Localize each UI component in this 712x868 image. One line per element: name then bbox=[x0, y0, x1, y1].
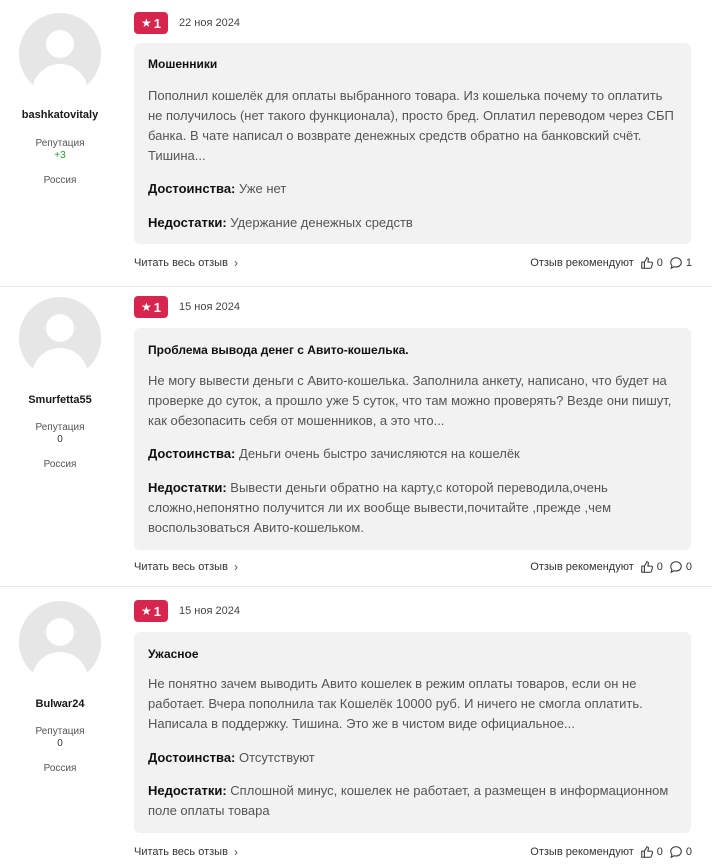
review-card: Smurfetta55 Репутация 0 Россия ★ 1 15 но… bbox=[0, 286, 712, 586]
read-more-label: Читать весь отзыв bbox=[134, 257, 228, 269]
review-pros: Достоинства: Уже нет bbox=[148, 179, 678, 199]
pros-text: Деньги очень быстро зачисляются на кошел… bbox=[239, 446, 520, 461]
avatar[interactable] bbox=[19, 297, 101, 379]
cons-text: Удержание денежных средств bbox=[230, 215, 413, 230]
review-title[interactable]: Мошенники bbox=[148, 57, 217, 71]
read-more-link[interactable]: Читать весь отзыв › bbox=[134, 256, 238, 270]
pros-label: Достоинства: bbox=[148, 181, 236, 196]
reputation-value: 0 bbox=[57, 738, 63, 749]
avatar[interactable] bbox=[19, 13, 101, 95]
username[interactable]: Smurfetta55 bbox=[0, 394, 120, 406]
thumbs-up-icon bbox=[640, 561, 653, 573]
rating-badge: ★ 1 bbox=[134, 12, 168, 34]
chevron-right-icon: › bbox=[233, 256, 238, 270]
review-date: 22 ноя 2024 bbox=[179, 17, 240, 29]
comment-icon bbox=[670, 257, 682, 270]
review-text: Не понятно зачем выводить Авито кошелек … bbox=[148, 676, 643, 731]
review-card: Bulwar24 Репутация 0 Россия ★ 1 15 ноя 2… bbox=[0, 586, 712, 868]
thumbs-up-icon bbox=[640, 846, 653, 858]
review-date: 15 ноя 2024 bbox=[179, 605, 240, 617]
read-more-link[interactable]: Читать весь отзыв › bbox=[134, 560, 238, 574]
recommends-label: Отзыв рекомендуют bbox=[530, 846, 634, 858]
like-button[interactable]: 0 bbox=[640, 845, 663, 859]
comment-icon bbox=[670, 561, 682, 574]
like-count: 0 bbox=[656, 257, 663, 269]
reputation-value: 0 bbox=[57, 434, 63, 445]
review-pros: Достоинства: Деньги очень быстро зачисля… bbox=[148, 444, 678, 464]
username[interactable]: bashkatovitaly bbox=[0, 109, 120, 121]
review-body: Мошенники Пополнил кошелёк для оплаты вы… bbox=[134, 43, 691, 244]
review-cons: Недостатки: Удержание денежных средств bbox=[148, 213, 678, 233]
review-cons: Недостатки: Вывести деньги обратно на ка… bbox=[148, 478, 678, 538]
read-more-link[interactable]: Читать весь отзыв › bbox=[134, 845, 238, 859]
pros-label: Достоинства: bbox=[148, 446, 236, 461]
comment-count: 1 bbox=[685, 257, 692, 269]
review-title[interactable]: Ужасное bbox=[148, 647, 199, 661]
chevron-right-icon: › bbox=[233, 560, 238, 574]
cons-label: Недостатки: bbox=[148, 783, 227, 798]
comment-button[interactable]: 0 bbox=[669, 560, 692, 574]
comment-icon bbox=[670, 846, 682, 859]
review-text: Не могу вывести деньги с Авито-кошелька.… bbox=[148, 373, 672, 428]
review-title[interactable]: Проблема вывода денег с Авито-кошелька. bbox=[148, 343, 409, 357]
thumbs-up-icon bbox=[640, 257, 653, 269]
like-count: 0 bbox=[656, 561, 663, 573]
pros-text: Уже нет bbox=[239, 181, 287, 196]
avatar[interactable] bbox=[19, 601, 101, 683]
user-country: Россия bbox=[43, 459, 77, 470]
review-body: Проблема вывода денег с Авито-кошелька. … bbox=[134, 328, 691, 550]
reputation-value: +3 bbox=[54, 150, 66, 161]
review-cons: Недостатки: Сплошной минус, кошелек не р… bbox=[148, 781, 678, 821]
cons-text: Сплошной минус, кошелек не работает, а р… bbox=[148, 783, 669, 818]
read-more-label: Читать весь отзыв bbox=[134, 561, 228, 573]
read-more-label: Читать весь отзыв bbox=[134, 846, 228, 858]
review-actions: Отзыв рекомендуют 0 0 bbox=[530, 560, 692, 574]
rating-value: 1 bbox=[153, 299, 161, 315]
review-actions: Отзыв рекомендуют 0 1 bbox=[530, 256, 692, 270]
username[interactable]: Bulwar24 bbox=[0, 698, 120, 710]
rating-value: 1 bbox=[153, 603, 161, 619]
user-country: Россия bbox=[43, 763, 77, 774]
cons-label: Недостатки: bbox=[148, 215, 227, 230]
review-card: bashkatovitaly Репутация +3 Россия ★ 1 2… bbox=[0, 0, 712, 286]
pros-label: Достоинства: bbox=[148, 750, 236, 765]
like-button[interactable]: 0 bbox=[640, 560, 663, 574]
comment-button[interactable]: 1 bbox=[669, 256, 692, 270]
rating-badge: ★ 1 bbox=[134, 296, 168, 318]
user-country: Россия bbox=[43, 175, 77, 186]
cons-label: Недостатки: bbox=[148, 480, 227, 495]
recommends-label: Отзыв рекомендуют bbox=[530, 561, 634, 573]
chevron-right-icon: › bbox=[233, 845, 238, 859]
star-icon: ★ bbox=[141, 604, 152, 618]
review-pros: Достоинства: Отсутствуют bbox=[148, 748, 678, 768]
review-actions: Отзыв рекомендуют 0 0 bbox=[530, 845, 692, 859]
like-count: 0 bbox=[656, 846, 663, 858]
reputation-label: Репутация bbox=[35, 726, 85, 737]
like-button[interactable]: 0 bbox=[640, 256, 663, 270]
comment-button[interactable]: 0 bbox=[669, 845, 692, 859]
pros-text: Отсутствуют bbox=[239, 750, 315, 765]
review-date: 15 ноя 2024 bbox=[179, 301, 240, 313]
rating-badge: ★ 1 bbox=[134, 600, 168, 622]
star-icon: ★ bbox=[141, 300, 152, 314]
star-icon: ★ bbox=[141, 16, 152, 30]
comment-count: 0 bbox=[685, 846, 692, 858]
review-body: Ужасное Не понятно зачем выводить Авито … bbox=[134, 632, 691, 833]
comment-count: 0 bbox=[685, 561, 692, 573]
reputation-label: Репутация bbox=[35, 422, 85, 433]
reputation-label: Репутация bbox=[35, 138, 85, 149]
rating-value: 1 bbox=[153, 15, 161, 31]
recommends-label: Отзыв рекомендуют bbox=[530, 257, 634, 269]
review-text: Пополнил кошелёк для оплаты выбранного т… bbox=[148, 88, 674, 163]
